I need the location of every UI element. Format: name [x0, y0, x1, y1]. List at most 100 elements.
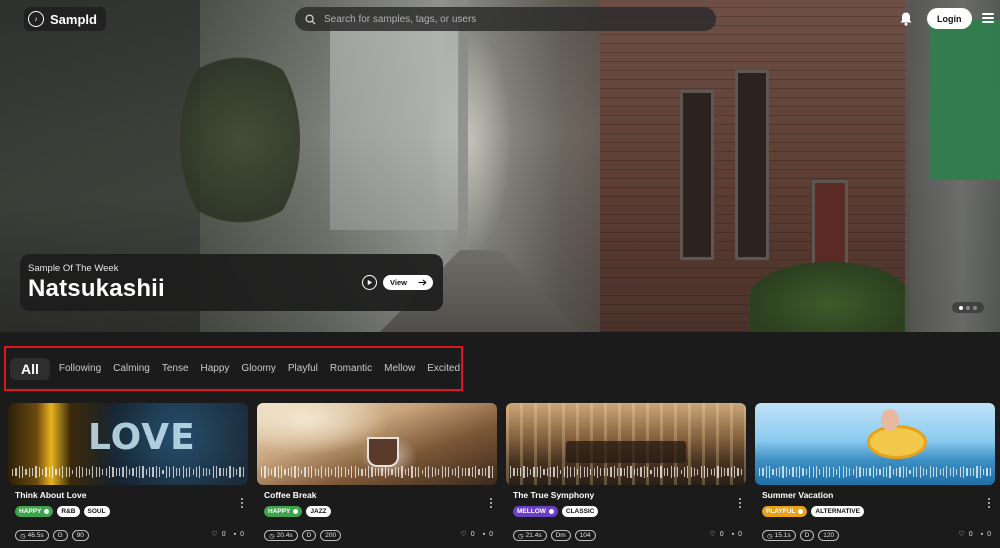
mood-filter-tabs: All Following Calming Tense Happy Gloomy…: [4, 346, 463, 391]
genre-tag[interactable]: CLASSIC: [561, 506, 599, 517]
sample-stats: ♡ 0 ▪ 0: [709, 530, 742, 539]
comment-button[interactable]: ▪ 0: [981, 531, 991, 538]
sample-thumbnail[interactable]: LOVE: [8, 403, 248, 485]
duration-chip: ◷ 20.4s: [264, 530, 298, 541]
more-options-icon[interactable]: [241, 498, 244, 508]
comment-icon: ▪: [233, 530, 237, 538]
tab-following[interactable]: Following: [53, 358, 107, 380]
tab-mellow[interactable]: Mellow: [378, 358, 421, 380]
hero-window: [735, 70, 769, 260]
sample-stats: ♡ 0 ▪ 0: [958, 530, 991, 539]
mood-icon: [798, 509, 804, 514]
carousel-dot[interactable]: [973, 305, 977, 310]
sample-title[interactable]: Think About Love: [15, 490, 86, 500]
carousel-dot[interactable]: [966, 305, 970, 310]
child-graphic: [881, 409, 899, 431]
search-bar[interactable]: [295, 7, 716, 31]
key-chip: D: [301, 530, 317, 541]
like-button[interactable]: ♡ 0: [958, 530, 972, 539]
carousel-dot[interactable]: [959, 305, 963, 310]
featured-kicker: Sample Of The Week: [28, 263, 119, 274]
logo-mark-icon: ♪: [28, 11, 44, 27]
sample-meta: ◷ 21.4s Dm 104: [513, 530, 596, 541]
waveform-graphic: [257, 465, 497, 479]
sample-title[interactable]: Coffee Break: [264, 490, 316, 500]
featured-play-button[interactable]: [362, 275, 377, 290]
bpm-chip: 90: [71, 530, 89, 541]
mood-badge[interactable]: MELLOW: [513, 506, 558, 517]
sample-stats: ♡ 0 ▪ 0: [460, 530, 493, 539]
tag-list: PLAYFUL ALTERNATIVE: [762, 506, 864, 517]
hero-sign: [930, 20, 1000, 180]
key-chip: G: [52, 530, 68, 541]
sample-thumbnail[interactable]: [506, 403, 746, 485]
comment-button[interactable]: ▪ 0: [234, 531, 244, 538]
key-chip: Dm: [550, 530, 571, 541]
sample-card[interactable]: Summer Vacation PLAYFUL ALTERNATIVE ◷ 15.…: [755, 403, 995, 548]
genre-tag[interactable]: ALTERNATIVE: [811, 506, 864, 517]
sample-title[interactable]: Summer Vacation: [762, 490, 833, 500]
sample-grid: LOVE Think About Love HAPPY R&B SOUL ◷ 46…: [8, 403, 1000, 548]
hero-building-center: [330, 20, 460, 230]
sample-stats: ♡ 0 ▪ 0: [211, 530, 244, 539]
heart-icon: ♡: [211, 531, 218, 538]
tab-gloomy[interactable]: Gloomy: [235, 358, 281, 380]
more-options-icon[interactable]: [739, 498, 742, 508]
mood-badge[interactable]: HAPPY: [264, 506, 303, 517]
genre-tag[interactable]: SOUL: [83, 506, 110, 517]
tab-tense[interactable]: Tense: [156, 358, 195, 380]
tab-excited[interactable]: Excited: [421, 358, 466, 380]
sample-meta: ◷ 46.5s G 90: [15, 530, 89, 541]
featured-view-button[interactable]: View: [383, 275, 433, 290]
tab-all[interactable]: All: [10, 357, 50, 380]
view-button-label: View: [390, 278, 407, 287]
like-button[interactable]: ♡ 0: [460, 530, 474, 539]
like-button[interactable]: ♡ 0: [709, 530, 723, 539]
more-options-icon[interactable]: [988, 498, 991, 508]
comment-icon: ▪: [731, 530, 735, 538]
more-options-icon[interactable]: [490, 498, 493, 508]
comment-button[interactable]: ▪ 0: [732, 531, 742, 538]
float-ring-graphic: [867, 425, 927, 459]
tab-calming[interactable]: Calming: [107, 358, 156, 380]
play-icon: [367, 279, 373, 286]
comment-icon: ▪: [482, 530, 486, 538]
clock-icon: ◷: [20, 532, 26, 540]
like-button[interactable]: ♡ 0: [211, 530, 225, 539]
sample-of-the-week-card: Sample Of The Week Natsukashii View: [20, 254, 443, 311]
sample-thumbnail[interactable]: [755, 403, 995, 485]
tab-happy[interactable]: Happy: [195, 358, 236, 380]
waveform-graphic: [8, 465, 248, 479]
mood-badge[interactable]: HAPPY: [15, 506, 54, 517]
key-chip: D: [799, 530, 815, 541]
notification-bell-icon[interactable]: [899, 11, 913, 27]
search-input[interactable]: [324, 13, 704, 25]
clock-icon: ◷: [269, 532, 275, 540]
genre-tag[interactable]: R&B: [57, 506, 80, 517]
sample-thumbnail[interactable]: [257, 403, 497, 485]
login-button[interactable]: Login: [927, 8, 972, 29]
hero-trees: [180, 40, 300, 240]
carousel-pagination[interactable]: [952, 302, 984, 313]
sample-card[interactable]: Coffee Break HAPPY JAZZ ◷ 20.4s D 200 ♡ 0 …: [257, 403, 497, 548]
clock-icon: ◷: [518, 532, 524, 540]
hamburger-menu-icon[interactable]: [982, 13, 994, 23]
mood-badge[interactable]: PLAYFUL: [762, 506, 808, 517]
app-logo[interactable]: ♪ Sampld: [24, 7, 106, 31]
orchestra-stage-graphic: [566, 441, 686, 463]
sample-title[interactable]: The True Symphony: [513, 490, 594, 500]
genre-tag[interactable]: JAZZ: [306, 506, 331, 517]
sample-meta: ◷ 20.4s D 200: [264, 530, 342, 541]
mood-icon: [548, 509, 554, 514]
mood-icon: [293, 509, 299, 514]
sample-card[interactable]: LOVE Think About Love HAPPY R&B SOUL ◷ 46…: [8, 403, 248, 548]
sample-card[interactable]: The True Symphony MELLOW CLASSIC ◷ 21.4s …: [506, 403, 746, 548]
search-icon: [305, 13, 316, 25]
tab-romantic[interactable]: Romantic: [324, 358, 378, 380]
duration-chip: ◷ 46.5s: [15, 530, 49, 541]
sample-meta: ◷ 15.1s D 120: [762, 530, 840, 541]
app-name: Sampld: [50, 11, 97, 27]
love-sign-graphic: LOVE: [88, 417, 196, 458]
comment-button[interactable]: ▪ 0: [483, 531, 493, 538]
tab-playful[interactable]: Playful: [282, 358, 324, 380]
